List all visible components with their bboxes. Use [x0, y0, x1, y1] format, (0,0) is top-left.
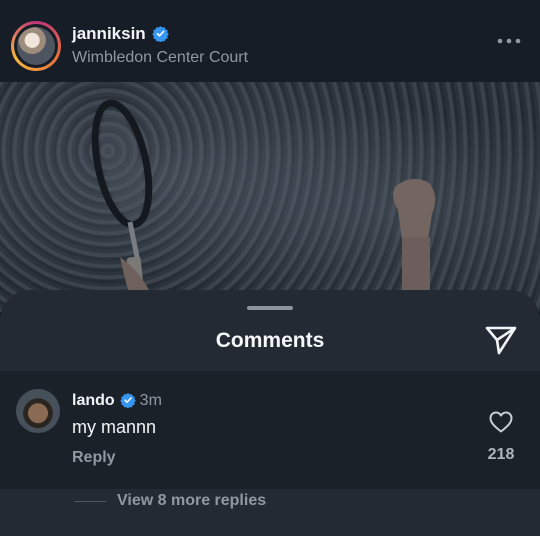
comments-sheet: Comments lando 3m my mannn Reply 218 View…	[0, 290, 540, 536]
commenter-username[interactable]: lando	[72, 392, 115, 409]
send-icon[interactable]	[484, 324, 518, 356]
view-more-replies-button[interactable]: View 8 more replies	[117, 492, 266, 510]
comment-timestamp: 3m	[139, 392, 162, 409]
post-author-avatar[interactable]	[11, 21, 61, 71]
heart-icon[interactable]	[489, 411, 513, 433]
sheet-title: Comments	[215, 329, 325, 352]
post-location[interactable]: Wimbledon Center Court	[72, 49, 248, 67]
post-author-username[interactable]: janniksin	[72, 24, 169, 44]
sheet-drag-handle[interactable]	[247, 306, 293, 310]
comment-item: lando 3m my mannn Reply 218	[0, 371, 540, 489]
comment-text: my mannn	[72, 417, 157, 437]
reply-button[interactable]: Reply	[72, 449, 116, 467]
verified-icon	[119, 393, 136, 408]
verified-icon	[151, 26, 169, 42]
commenter-avatar[interactable]	[16, 389, 60, 433]
replies-divider	[74, 501, 106, 502]
post-photo	[0, 82, 540, 312]
post-header: janniksin Wimbledon Center Court	[0, 0, 540, 82]
post-author-name[interactable]: janniksin	[72, 24, 146, 43]
more-horizontal-icon[interactable]	[496, 34, 522, 48]
commenter-header: lando 3m	[72, 392, 162, 410]
like-count: 218	[487, 446, 515, 463]
